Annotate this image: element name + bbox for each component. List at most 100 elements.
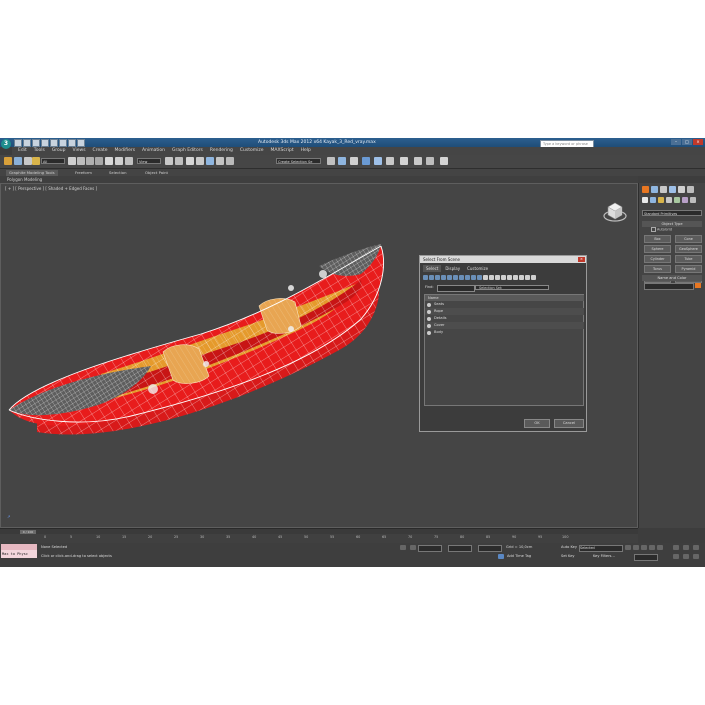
primitive-category-dropdown[interactable]: Standard Primitives [642, 210, 702, 216]
curve-editor-icon[interactable] [374, 157, 382, 165]
go-to-end-icon[interactable] [657, 545, 663, 550]
options-icon[interactable] [531, 275, 536, 280]
systems-icon[interactable] [690, 197, 696, 203]
menu-modifiers[interactable]: Modifiers [115, 147, 136, 155]
maxscript-listener[interactable]: Max to Physc [1, 550, 37, 558]
window-crossing-icon[interactable] [95, 157, 103, 165]
shapes-icon[interactable] [650, 197, 656, 203]
modify-tab-icon[interactable] [651, 186, 658, 193]
lights-icon[interactable] [658, 197, 664, 203]
selection-set-dropdown[interactable]: Selection Set: [475, 285, 549, 290]
next-frame-icon[interactable] [649, 545, 655, 550]
cancel-button[interactable]: Cancel [554, 419, 584, 428]
display-none-icon[interactable] [489, 275, 494, 280]
redo-icon[interactable] [50, 139, 58, 147]
pyramid-button[interactable]: Pyramid [675, 265, 702, 273]
link-icon[interactable] [24, 157, 32, 165]
zoom-all-icon[interactable] [683, 545, 689, 550]
display-helpers-icon[interactable] [447, 275, 452, 280]
ribbon-panel-label[interactable]: Polygon Modeling [0, 176, 638, 183]
pivot-icon[interactable] [165, 157, 173, 165]
new-file-icon[interactable] [14, 139, 22, 147]
schematic-view-icon[interactable] [386, 157, 394, 165]
absolute-mode-icon[interactable] [410, 545, 416, 550]
menu-tools[interactable]: Tools [34, 147, 45, 155]
name-and-color-rollout[interactable]: Name and Color [642, 275, 702, 281]
align-icon[interactable] [338, 157, 346, 165]
display-bones-icon[interactable] [471, 275, 476, 280]
cone-button[interactable]: Cone [675, 235, 702, 243]
app-logo[interactable]: 3 [1, 139, 11, 149]
previous-frame-icon[interactable] [633, 545, 639, 550]
menu-animation[interactable]: Animation [142, 147, 165, 155]
y-coordinate-field[interactable] [448, 545, 472, 552]
sphere-button[interactable]: Sphere [644, 245, 671, 253]
display-space-warps-icon[interactable] [453, 275, 458, 280]
list-item[interactable]: Details [425, 315, 584, 322]
utilities-tab-icon[interactable] [687, 186, 694, 193]
hold-icon[interactable] [59, 139, 67, 147]
orbit-icon[interactable] [683, 554, 689, 559]
select-rotate-icon[interactable] [115, 157, 123, 165]
display-geometry-icon[interactable] [423, 275, 428, 280]
dialog-menu-display[interactable]: Display [442, 265, 463, 272]
cameras-icon[interactable] [666, 197, 672, 203]
torus-button[interactable]: Torus [644, 265, 671, 273]
filter-icon[interactable] [525, 275, 530, 280]
material-editor-icon[interactable] [400, 157, 408, 165]
select-all-icon[interactable] [501, 275, 506, 280]
select-move-icon[interactable] [105, 157, 113, 165]
snaps-toggle-icon[interactable] [186, 157, 194, 165]
menu-rendering[interactable]: Rendering [210, 147, 233, 155]
menu-edit[interactable]: Edit [18, 147, 27, 155]
zoom-extents-icon[interactable] [693, 545, 699, 550]
percent-snap-icon[interactable] [206, 157, 214, 165]
open-file-icon[interactable] [23, 139, 31, 147]
current-frame-field[interactable] [634, 554, 658, 561]
display-xrefs-icon[interactable] [465, 275, 470, 280]
display-shapes-icon[interactable] [429, 275, 434, 280]
rendered-frame-icon[interactable] [426, 157, 434, 165]
z-coordinate-field[interactable] [478, 545, 502, 552]
object-name-field[interactable] [644, 283, 694, 290]
lock-selection-icon[interactable] [400, 545, 406, 550]
bind-space-warp-icon[interactable] [32, 157, 40, 165]
fetch-icon[interactable] [68, 139, 76, 147]
render-icon[interactable] [440, 157, 448, 165]
add-time-tag[interactable]: Add Time Tag [507, 554, 531, 558]
cylinder-button[interactable]: Cylinder [644, 255, 671, 263]
selection-filter-dropdown[interactable]: All [41, 157, 65, 164]
select-invert-icon[interactable] [513, 275, 518, 280]
graphite-toggle-icon[interactable] [362, 157, 370, 165]
play-icon[interactable] [641, 545, 647, 550]
pan-icon[interactable] [673, 554, 679, 559]
display-groups-icon[interactable] [459, 275, 464, 280]
list-item[interactable]: Cover [425, 322, 584, 329]
dialog-close-button[interactable]: × [578, 257, 585, 262]
hierarchy-tab-icon[interactable] [660, 186, 667, 193]
checkbox-icon[interactable] [651, 227, 656, 232]
project-folder-icon[interactable] [77, 139, 85, 147]
geometry-icon[interactable] [642, 197, 648, 203]
display-cameras-icon[interactable] [441, 275, 446, 280]
set-key-button[interactable]: Set Key [561, 554, 575, 558]
menu-customize[interactable]: Customize [240, 147, 264, 155]
redo-tool-icon[interactable] [14, 157, 22, 165]
render-setup-icon[interactable] [414, 157, 422, 165]
object-color-swatch[interactable] [695, 283, 701, 288]
geosphere-button[interactable]: GeoSphere [675, 245, 702, 253]
undo-icon[interactable] [41, 139, 49, 147]
display-containers-icon[interactable] [477, 275, 482, 280]
time-tag-icon[interactable] [498, 554, 504, 559]
menu-views[interactable]: Views [73, 147, 86, 155]
select-dependents-icon[interactable] [519, 275, 524, 280]
ref-coord-dropdown[interactable]: View [137, 157, 161, 164]
space-warps-icon[interactable] [682, 197, 688, 203]
list-item[interactable]: Rope [425, 308, 584, 315]
rect-selection-icon[interactable] [86, 157, 94, 165]
display-tab-icon[interactable] [678, 186, 685, 193]
named-selection-dropdown[interactable]: Create Selection Se [276, 157, 321, 164]
menu-graph-editors[interactable]: Graph Editors [172, 147, 203, 155]
list-item[interactable]: Body [425, 329, 584, 336]
dialog-menu-customize[interactable]: Customize [464, 265, 491, 272]
